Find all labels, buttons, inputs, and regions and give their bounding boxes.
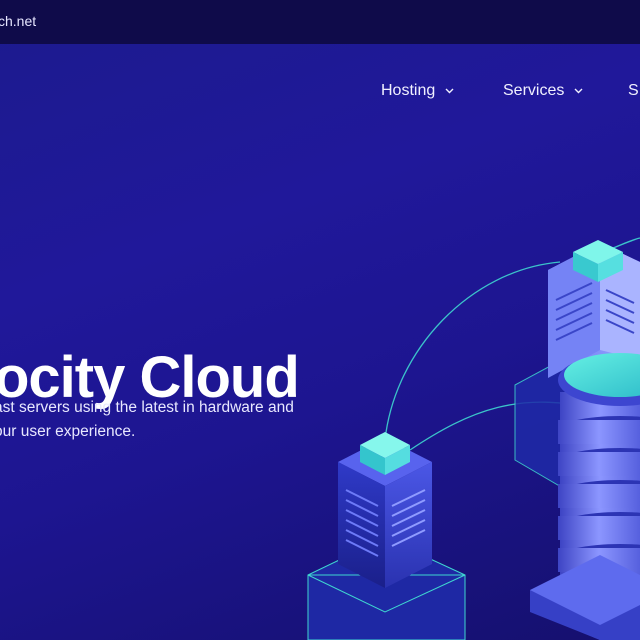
- hero-subtitle-line: our user experience.: [0, 423, 136, 440]
- platform-right: [514, 349, 640, 496]
- hero-subtitle: ast servers using the latest in hardware…: [0, 396, 354, 444]
- site-domain-text[interactable]: ch.net: [0, 13, 36, 29]
- database-cylinder-stack: [530, 353, 640, 640]
- connection-lines: [384, 237, 640, 451]
- nav-item-hosting[interactable]: Hosting: [381, 82, 454, 100]
- server-tower-large: [548, 240, 640, 385]
- nav-item-label: Hosting: [381, 82, 436, 99]
- server-tower-small: [338, 432, 432, 588]
- platform-left: [307, 537, 466, 640]
- nav-item-label: S: [628, 82, 639, 99]
- hero-subtitle-line: ast servers using the latest in hardware…: [0, 399, 294, 416]
- nav-item-label: Services: [503, 82, 565, 99]
- chevron-down-icon: [445, 88, 454, 94]
- nav-item-partial[interactable]: S: [628, 82, 639, 100]
- nav-item-services[interactable]: Services: [503, 82, 583, 100]
- chevron-down-icon: [574, 88, 583, 94]
- top-bar: ch.net: [0, 0, 640, 44]
- main-nav: Hosting Services S: [0, 82, 640, 104]
